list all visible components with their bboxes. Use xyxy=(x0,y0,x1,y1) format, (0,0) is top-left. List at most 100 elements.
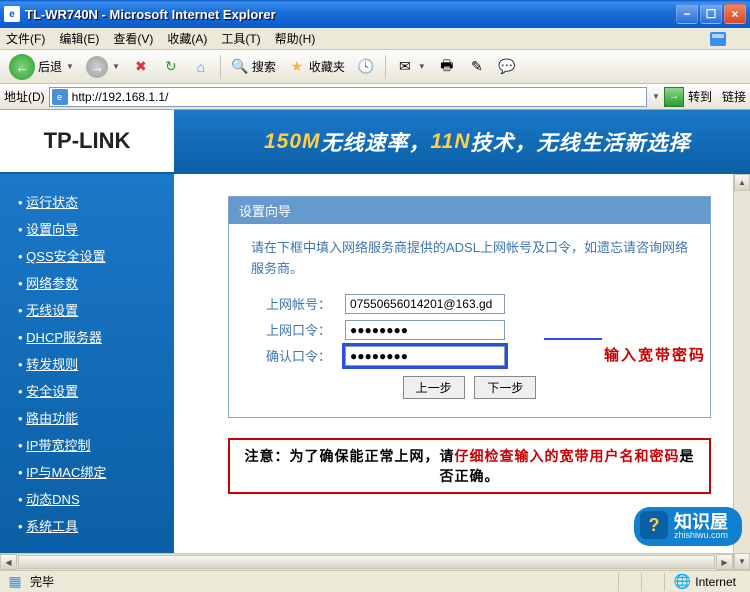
sidebar-item-security[interactable]: 安全设置 xyxy=(18,381,174,400)
refresh-button[interactable]: ↻ xyxy=(157,55,185,79)
sidebar-item-routing[interactable]: 路由功能 xyxy=(18,408,174,427)
sidebar-item-network[interactable]: 网络参数 xyxy=(18,273,174,292)
brand-header: TP-LINK 150M 无线速率， 11N 技术，无线生活新选择 xyxy=(0,110,750,174)
confirm-label: 确认口令： xyxy=(251,346,331,365)
password-input[interactable] xyxy=(345,320,505,340)
search-icon: 🔍 xyxy=(231,58,249,76)
menu-file[interactable]: 文件(F) xyxy=(6,30,45,47)
back-label: 后退 xyxy=(38,58,62,75)
mail-button[interactable]: ✉▼ xyxy=(391,55,431,79)
chevron-down-icon: ▼ xyxy=(66,62,74,71)
separator xyxy=(220,55,221,79)
menubar: 文件(F) 编辑(E) 查看(V) 收藏(A) 工具(T) 帮助(H) xyxy=(0,28,750,50)
print-button[interactable]: 🖶 xyxy=(433,55,461,79)
banner-orange-1: 150M xyxy=(264,130,321,154)
menu-view[interactable]: 查看(V) xyxy=(113,30,153,47)
scroll-right-icon[interactable]: ▶ xyxy=(716,554,733,570)
forward-button[interactable]: → ▼ xyxy=(81,53,125,81)
status-cell xyxy=(641,573,658,591)
minimize-button[interactable]: − xyxy=(676,4,698,24)
sidebar-item-status[interactable]: 运行状态 xyxy=(18,192,174,211)
star-icon: ★ xyxy=(288,58,306,76)
statusbar: ▦ 完毕 🌐 Internet xyxy=(0,570,750,592)
globe-icon: 🌐 xyxy=(673,573,691,591)
sidebar-item-forward[interactable]: 转发规则 xyxy=(18,354,174,373)
scrollbar-horizontal[interactable]: ◀ ▶ xyxy=(0,553,733,570)
scroll-down-icon[interactable]: ▼ xyxy=(734,553,750,570)
go-label: 转到 xyxy=(688,88,712,105)
sidebar-item-wizard[interactable]: 设置向导 xyxy=(18,219,174,238)
wizard-box: 设置向导 请在下框中填入网络服务商提供的ADSL上网帐号及口令，如遗忘请咨询网络… xyxy=(228,196,711,418)
next-button[interactable]: 下一步 xyxy=(474,376,536,399)
discuss-icon: 💬 xyxy=(498,58,516,76)
back-button[interactable]: ← 后退 ▼ xyxy=(4,51,79,83)
sidebar-item-bandwidth[interactable]: IP带宽控制 xyxy=(18,435,174,454)
watermark-url: zhishiwu.com xyxy=(674,531,728,540)
watermark-name: 知识屋 xyxy=(674,513,728,531)
banner-text-2: 技术，无线生活新选择 xyxy=(471,127,691,157)
search-button[interactable]: 🔍 搜索 xyxy=(226,55,281,79)
sidebar-item-ipmac[interactable]: IP与MAC绑定 xyxy=(18,462,174,481)
main-panel: 设置向导 请在下框中填入网络服务商提供的ADSL上网帐号及口令，如遗忘请咨询网络… xyxy=(174,174,733,553)
home-button[interactable]: ⌂ xyxy=(187,55,215,79)
page-icon: ▦ xyxy=(6,573,24,591)
sidebar-item-system[interactable]: 系统工具 xyxy=(18,516,174,535)
chevron-down-icon: ▼ xyxy=(112,62,120,71)
watermark: ? 知识屋 zhishiwu.com xyxy=(634,507,742,546)
links-label[interactable]: 链接 xyxy=(722,88,746,105)
notice-part1: 注意：为了确保能正常上网，请 xyxy=(245,448,455,464)
address-label: 地址(D) xyxy=(4,88,45,105)
sidebar-nav: 运行状态 设置向导 QSS安全设置 网络参数 无线设置 DHCP服务器 转发规则… xyxy=(0,174,174,553)
menu-edit[interactable]: 编辑(E) xyxy=(59,30,99,47)
address-input[interactable] xyxy=(49,87,647,107)
prev-button[interactable]: 上一步 xyxy=(403,376,465,399)
sidebar-item-qss[interactable]: QSS安全设置 xyxy=(18,246,174,265)
status-zone: 🌐 Internet xyxy=(664,573,744,591)
tplink-logo: TP-LINK xyxy=(0,110,174,174)
sidebar-item-wireless[interactable]: 无线设置 xyxy=(18,300,174,319)
stop-icon: ✖ xyxy=(132,58,150,76)
separator xyxy=(385,55,386,79)
wizard-hint: 请在下框中填入网络服务商提供的ADSL上网帐号及口令，如遗忘请咨询网络服务商。 xyxy=(251,238,688,280)
edit-icon: ✎ xyxy=(468,58,486,76)
banner-text-1: 无线速率， xyxy=(321,127,431,157)
refresh-icon: ↻ xyxy=(162,58,180,76)
menu-help[interactable]: 帮助(H) xyxy=(275,30,316,47)
print-icon: 🖶 xyxy=(438,58,456,76)
sidebar-item-dhcp[interactable]: DHCP服务器 xyxy=(18,327,174,346)
go-button[interactable]: → xyxy=(664,87,684,107)
account-label: 上网帐号： xyxy=(251,294,331,313)
stop-button[interactable]: ✖ xyxy=(127,55,155,79)
sidebar-item-ddns[interactable]: 动态DNS xyxy=(18,489,174,508)
window-titlebar: e TL-WR740N - Microsoft Internet Explore… xyxy=(0,0,750,28)
wizard-title: 设置向导 xyxy=(229,197,710,224)
home-icon: ⌂ xyxy=(192,58,210,76)
edit-button[interactable]: ✎ xyxy=(463,55,491,79)
back-icon: ← xyxy=(9,54,35,80)
toolbar: ← 后退 ▼ → ▼ ✖ ↻ ⌂ 🔍 搜索 ★ 收藏夹 🕓 ✉▼ 🖶 ✎ 💬 xyxy=(0,50,750,84)
maximize-button[interactable]: ☐ xyxy=(700,4,722,24)
favorites-label: 收藏夹 xyxy=(309,58,345,75)
password-label: 上网口令： xyxy=(251,320,331,339)
mail-icon: ✉ xyxy=(396,58,414,76)
search-label: 搜索 xyxy=(252,58,276,75)
menu-tools[interactable]: 工具(T) xyxy=(221,30,260,47)
status-text: 完毕 xyxy=(30,573,54,590)
confirm-input[interactable] xyxy=(345,346,505,366)
close-button[interactable]: × xyxy=(724,4,746,24)
brand-banner: 150M 无线速率， 11N 技术，无线生活新选择 xyxy=(174,110,750,174)
notice-box: 注意：为了确保能正常上网，请仔细检查输入的宽带用户名和密码是否正确。 xyxy=(228,438,711,494)
forward-icon: → xyxy=(86,56,108,78)
watermark-icon: ? xyxy=(640,511,668,539)
address-dropdown[interactable]: ▼ xyxy=(652,92,660,101)
account-input[interactable] xyxy=(345,294,505,314)
history-button[interactable]: 🕓 xyxy=(352,55,380,79)
banner-orange-2: 11N xyxy=(431,130,471,154)
scroll-left-icon[interactable]: ◀ xyxy=(0,554,17,570)
menu-favorites[interactable]: 收藏(A) xyxy=(167,30,207,47)
favorites-button[interactable]: ★ 收藏夹 xyxy=(283,55,350,79)
ie-icon: e xyxy=(4,6,20,22)
scroll-thumb[interactable] xyxy=(18,555,715,569)
scroll-up-icon[interactable]: ▲ xyxy=(734,174,750,191)
discuss-button[interactable]: 💬 xyxy=(493,55,521,79)
